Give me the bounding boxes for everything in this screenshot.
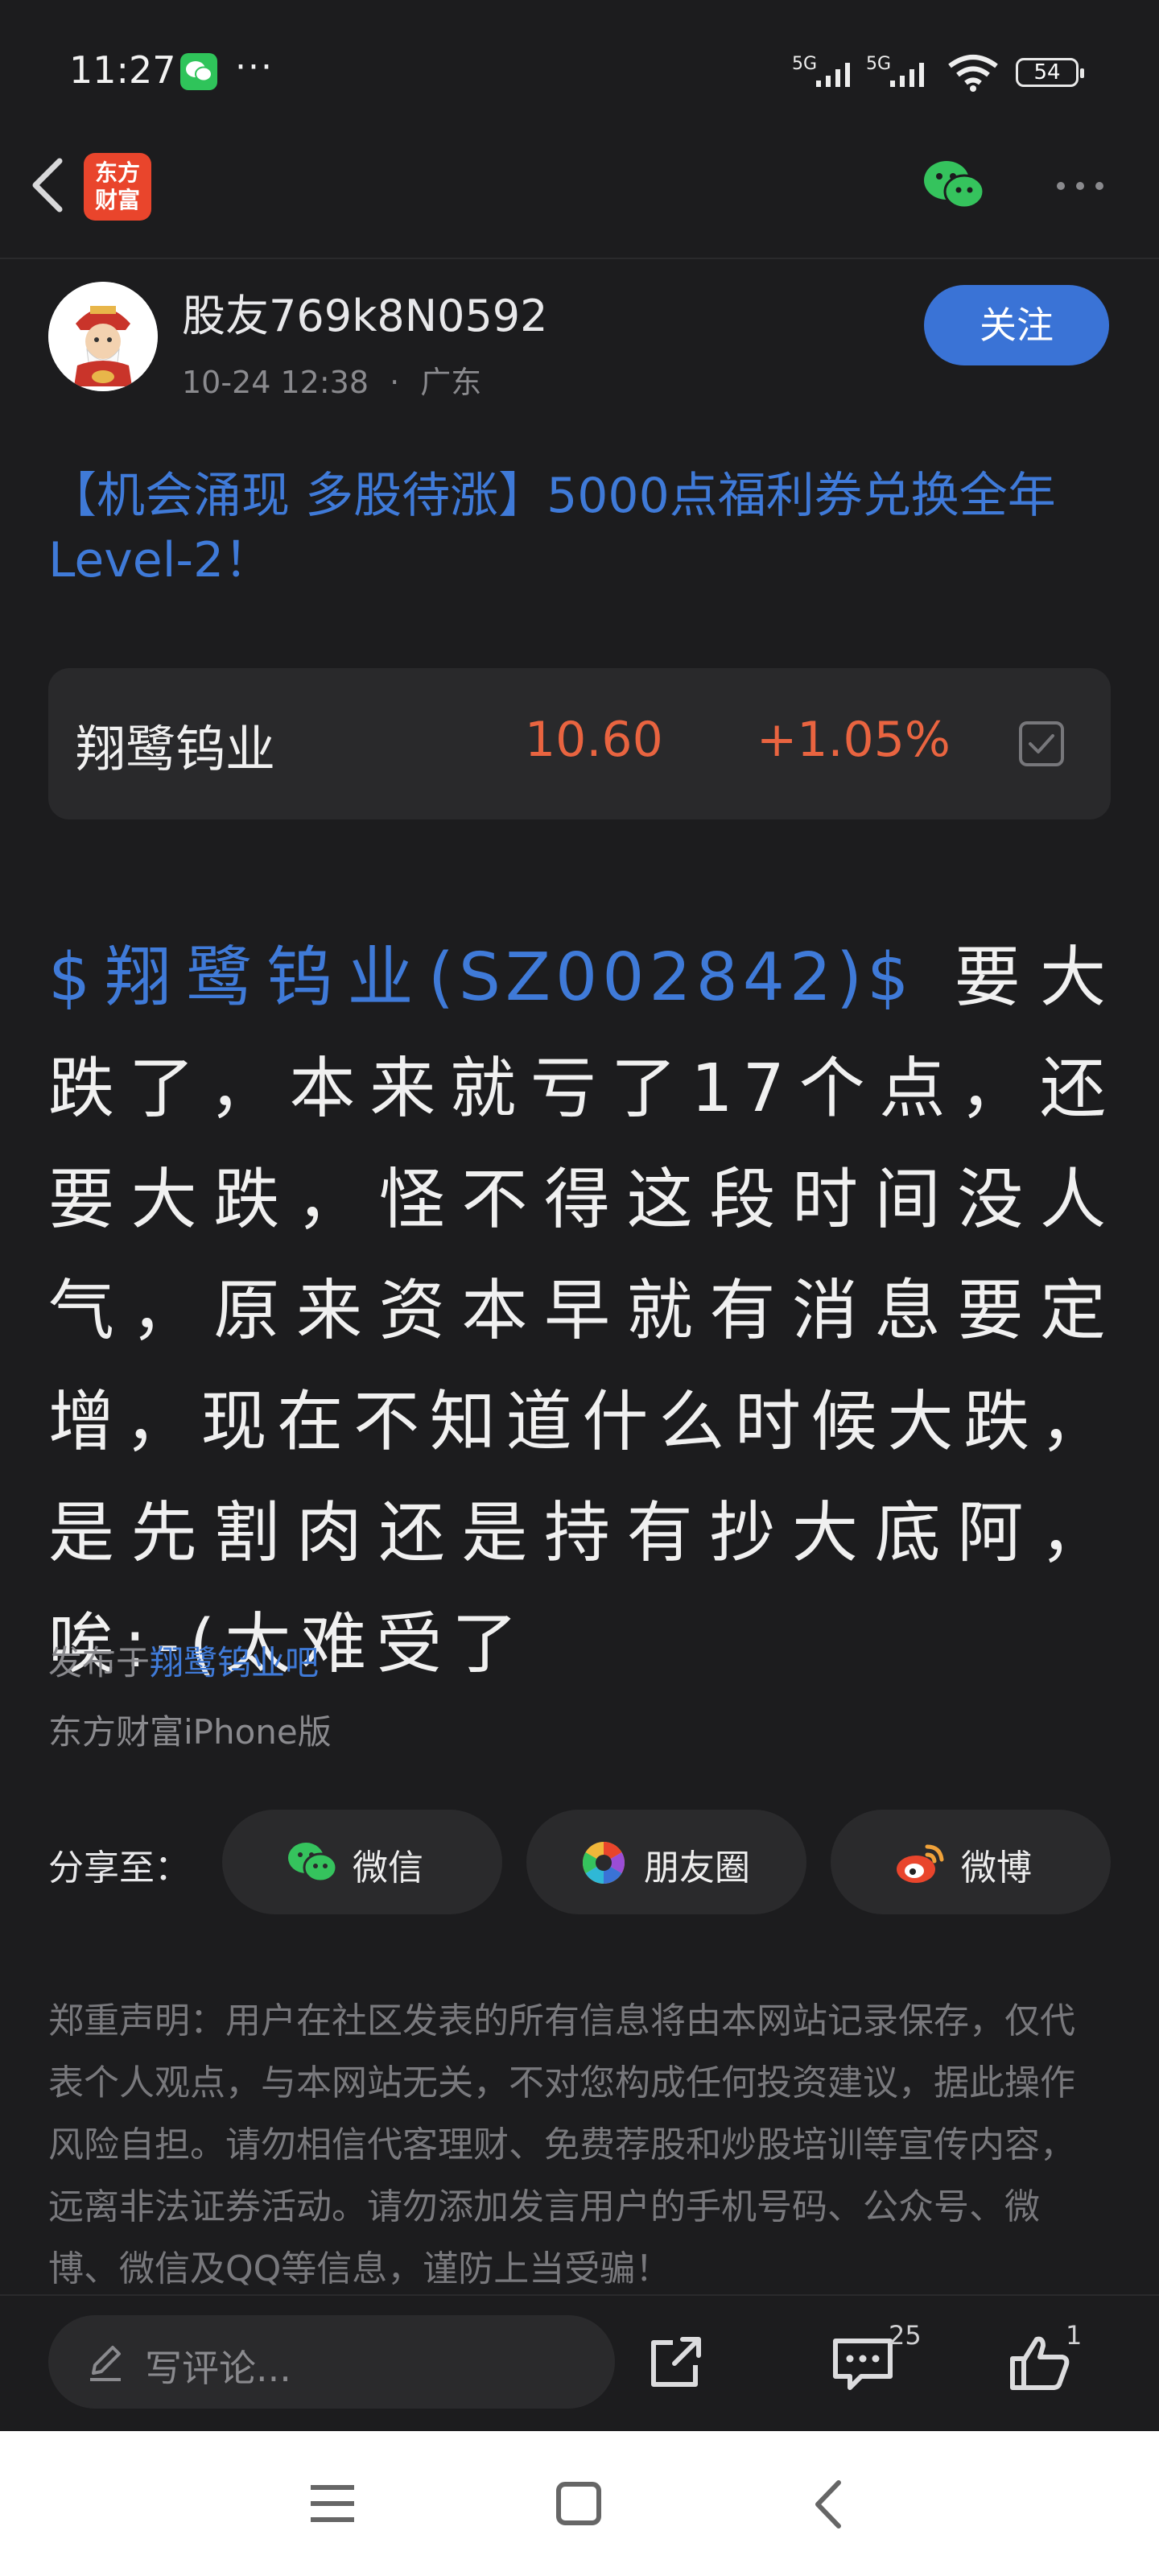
comment-input[interactable]: 写评论... — [48, 2315, 615, 2409]
pencil-icon — [90, 2346, 121, 2381]
meta-separator: · — [390, 365, 400, 400]
moments-icon — [583, 1842, 625, 1884]
weibo-icon — [897, 1844, 944, 1883]
share-wechat-label: 微信 — [353, 1847, 423, 1889]
share-label: 分享至： — [48, 1847, 190, 1889]
follow-button[interactable]: 关注 — [924, 285, 1109, 365]
logo-line-1: 东方 — [94, 159, 140, 186]
more-options-icon[interactable] — [1051, 166, 1109, 206]
post-timestamp: 10-24 12:38 — [182, 365, 369, 400]
share-wechat-button[interactable]: 微信 — [222, 1810, 502, 1914]
publish-prefix: 发布于 — [48, 1643, 151, 1682]
avatar[interactable] — [48, 282, 158, 391]
like-count-badge: 1 — [1066, 2320, 1083, 2351]
comment-count-badge: 25 — [889, 2320, 922, 2351]
svg-text:5G: 5G — [866, 54, 891, 74]
eastmoney-logo[interactable]: 东方 财富 — [84, 153, 151, 221]
client-source: 东方财富iPhone版 — [48, 1712, 332, 1752]
like-thumb-icon[interactable] — [1006, 2331, 1074, 2396]
post-body: $翔鹭钨业(SZ002842)$ 要大跌了，本来就亏了17个点，还要大跌，怪不得… — [48, 923, 1116, 1700]
back-arrow-icon[interactable] — [24, 153, 72, 217]
comment-placeholder: 写评论... — [145, 2347, 291, 2390]
svg-text:5G: 5G — [792, 54, 817, 74]
disclaimer-text: 郑重声明：用户在社区发表的所有信息将由本网站记录保存，仅代表个人观点，与本网站无… — [48, 2000, 1075, 2289]
stock-price: 10.60 — [525, 712, 663, 768]
menu-icon[interactable] — [304, 2479, 361, 2528]
publish-source: 发布于翔鹭钨业吧 — [48, 1636, 319, 1685]
author-name[interactable]: 股友769k8N0592 — [182, 280, 548, 344]
board-link[interactable]: 翔鹭钨业吧 — [150, 1643, 319, 1682]
stock-change: +1.05% — [757, 712, 951, 768]
battery-indicator: 54 — [1016, 58, 1084, 87]
promo-link[interactable]: 【机会涌现 多股待涨】5000点福利券兑换全年Level-2！ — [48, 464, 1111, 592]
stock-name: 翔鹭钨业 — [76, 720, 276, 778]
system-back-icon[interactable] — [805, 2476, 853, 2533]
status-time: 11:27 — [69, 48, 176, 92]
share-moments-button[interactable]: 朋友圈 — [526, 1810, 806, 1914]
signal-icon-2: 5G — [866, 54, 924, 87]
stock-tag-link[interactable]: $翔鹭钨业(SZ002842)$ — [48, 939, 914, 1016]
post-meta: 10-24 12:38 · 广东 — [182, 357, 481, 402]
wifi-icon — [948, 55, 998, 92]
wechat-icon — [288, 1843, 338, 1883]
post-text: 要大跌了，本来就亏了17个点，还要大跌，怪不得这段时间没人气，原来资本早就有消息… — [48, 939, 1116, 1682]
wechat-notification-icon — [180, 53, 217, 90]
signal-icon-1: 5G — [792, 54, 850, 87]
share-weibo-button[interactable]: 微博 — [831, 1810, 1111, 1914]
share-weibo-label: 微博 — [961, 1847, 1032, 1889]
share-out-icon[interactable] — [642, 2331, 710, 2396]
logo-line-2: 财富 — [94, 187, 140, 213]
comment-icon[interactable] — [829, 2331, 897, 2396]
share-moments-label: 朋友圈 — [644, 1847, 750, 1889]
post-location: 广东 — [420, 365, 482, 400]
add-watchlist-icon[interactable] — [1017, 720, 1066, 768]
home-icon[interactable] — [552, 2478, 605, 2529]
wechat-share-icon[interactable] — [922, 158, 987, 213]
more-notifications-icon: ··· — [235, 47, 274, 88]
